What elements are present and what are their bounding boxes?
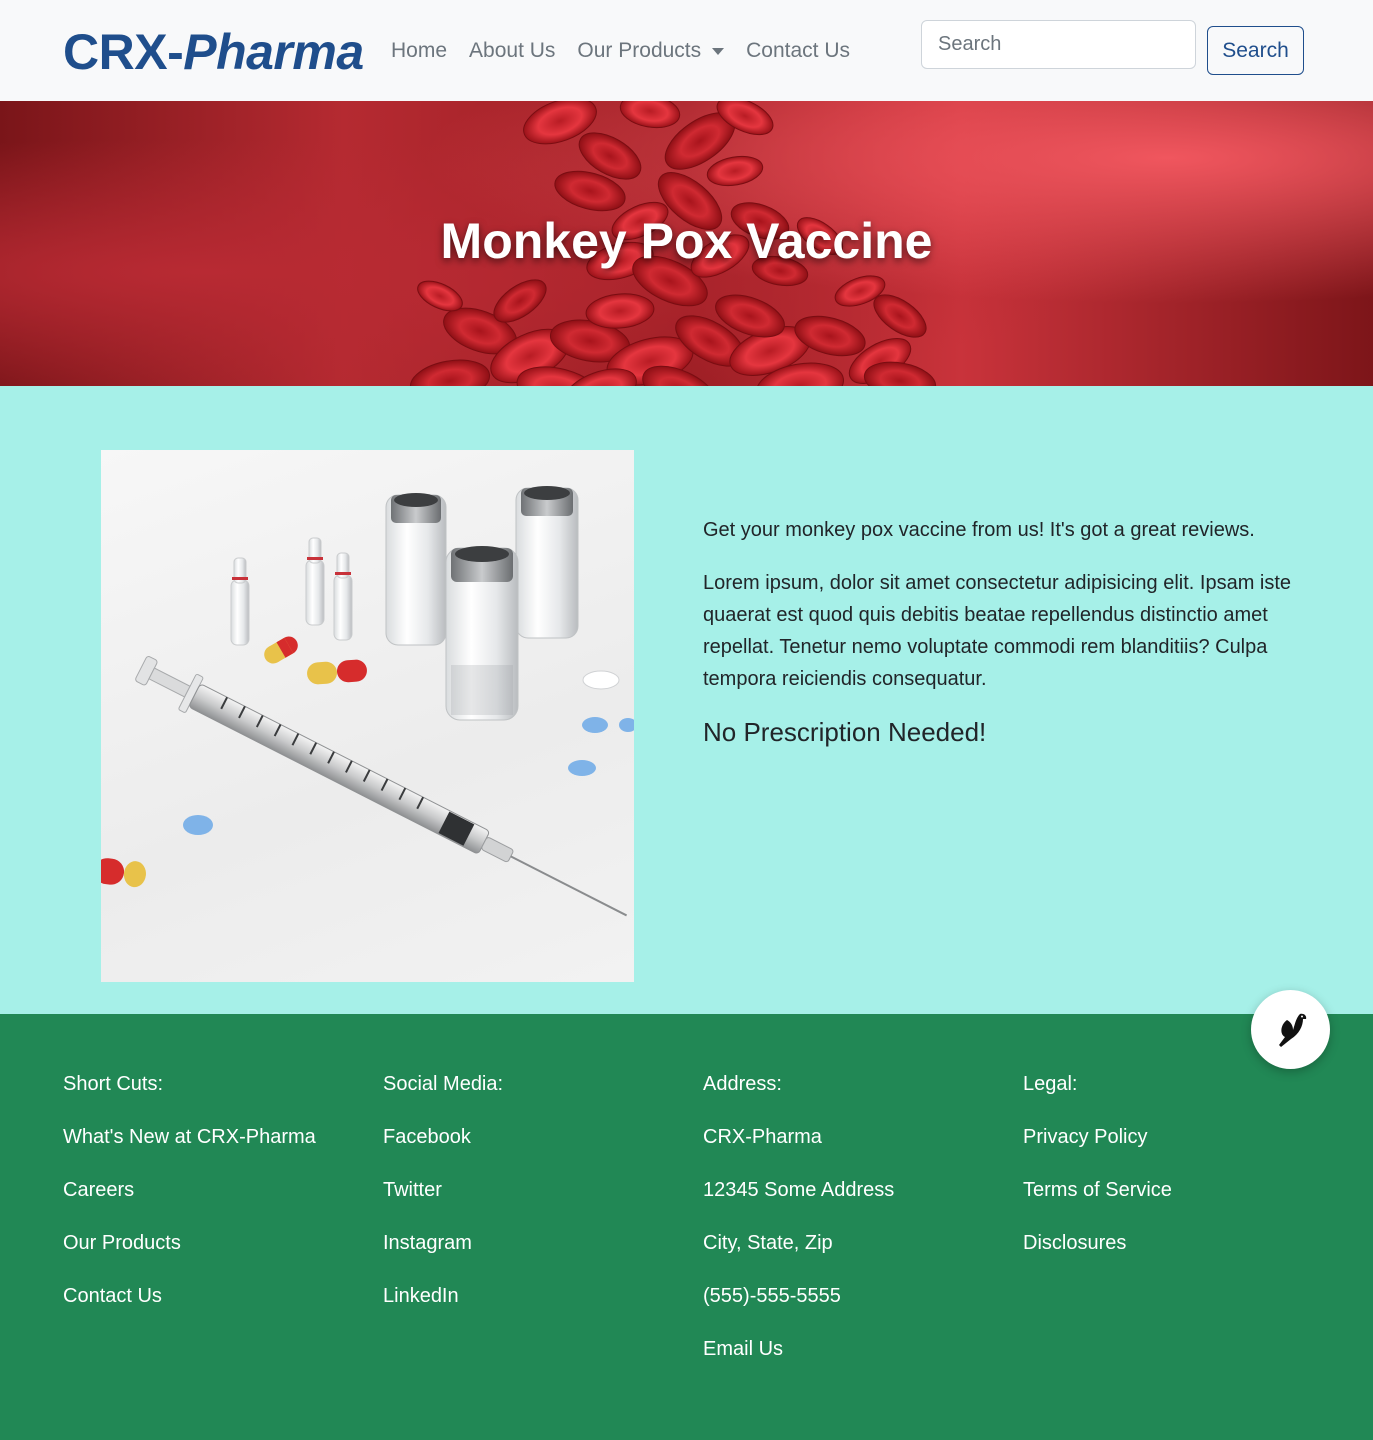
- footer-address-phone[interactable]: (555)-555-5555: [703, 1284, 1003, 1337]
- blood-cell-shape: [409, 359, 491, 386]
- footer-link-instagram[interactable]: Instagram: [383, 1231, 683, 1284]
- footer-col-legal: Legal: Privacy Policy Terms of Service D…: [1023, 1072, 1323, 1284]
- footer-link-privacy-policy[interactable]: Privacy Policy: [1023, 1125, 1323, 1178]
- product-tagline: No Prescription Needed!: [703, 717, 987, 747]
- hero-banner: Monkey Pox Vaccine: [0, 101, 1373, 386]
- chevron-down-icon: [712, 47, 725, 55]
- brand-prefix: CRX-: [63, 24, 184, 80]
- footer-address-city: City, State, Zip: [703, 1232, 833, 1254]
- footer-link-contact-us[interactable]: Contact Us: [63, 1284, 363, 1337]
- blood-cell-shape: [706, 155, 764, 187]
- nav-our-products-label: Our Products: [577, 39, 702, 62]
- footer-col-shortcuts: Short Cuts: What's New at CRX-Pharma Car…: [63, 1072, 363, 1337]
- footer-link-disclosures[interactable]: Disclosures: [1023, 1231, 1323, 1284]
- footer-link-terms-of-service[interactable]: Terms of Service: [1023, 1178, 1323, 1231]
- footer: Short Cuts: What's New at CRX-Pharma Car…: [0, 1014, 1373, 1440]
- footer-address-street: 12345 Some Address: [703, 1179, 895, 1201]
- search-button[interactable]: Search: [1207, 26, 1304, 75]
- page-title: Monkey Pox Vaccine: [440, 213, 933, 269]
- footer-link-twitter[interactable]: Twitter: [383, 1178, 683, 1231]
- footer-link-our-products[interactable]: Our Products: [63, 1231, 363, 1284]
- nav-our-products-dropdown[interactable]: Our Products: [577, 39, 725, 63]
- brand-suffix: Pharma: [183, 24, 364, 80]
- footer-heading: Short Cuts:: [63, 1073, 164, 1095]
- blood-cell-shape: [619, 101, 681, 129]
- footer-col-address: Address: CRX-Pharma 12345 Some Address C…: [703, 1072, 1003, 1390]
- footer-link-whats-new[interactable]: What's New at CRX-Pharma: [63, 1125, 363, 1178]
- footer-link-linkedin[interactable]: LinkedIn: [383, 1284, 683, 1337]
- brand-logo[interactable]: CRX-Pharma: [63, 23, 364, 81]
- bird-icon: [1278, 1013, 1306, 1047]
- product-description: Get your monkey pox vaccine from us! It'…: [703, 514, 1313, 749]
- nav-home[interactable]: Home: [391, 39, 447, 63]
- nav-about-us[interactable]: About Us: [469, 39, 555, 63]
- footer-address-company: CRX-Pharma: [703, 1126, 822, 1148]
- footer-heading: Social Media:: [383, 1073, 504, 1095]
- product-body: Lorem ipsum, dolor sit amet consectetur …: [703, 572, 1292, 690]
- search-input[interactable]: [921, 20, 1196, 69]
- footer-link-email-us[interactable]: Email Us: [703, 1337, 1003, 1390]
- navbar: CRX-Pharma Home About Us Our Products Co…: [0, 0, 1373, 101]
- product-lead: Get your monkey pox vaccine from us! It'…: [703, 519, 1255, 541]
- vaccine-vials-syringe-pills-image: [101, 450, 634, 982]
- footer-link-facebook[interactable]: Facebook: [383, 1125, 683, 1178]
- footer-heading: Address:: [703, 1073, 782, 1095]
- footer-col-social: Social Media: Facebook Twitter Instagram…: [383, 1072, 683, 1337]
- nav-links: Home About Us Our Products Contact Us: [391, 39, 850, 63]
- chat-widget-button[interactable]: [1251, 990, 1330, 1069]
- nav-contact-us[interactable]: Contact Us: [746, 39, 850, 63]
- footer-heading: Legal:: [1023, 1073, 1078, 1095]
- footer-link-careers[interactable]: Careers: [63, 1178, 363, 1231]
